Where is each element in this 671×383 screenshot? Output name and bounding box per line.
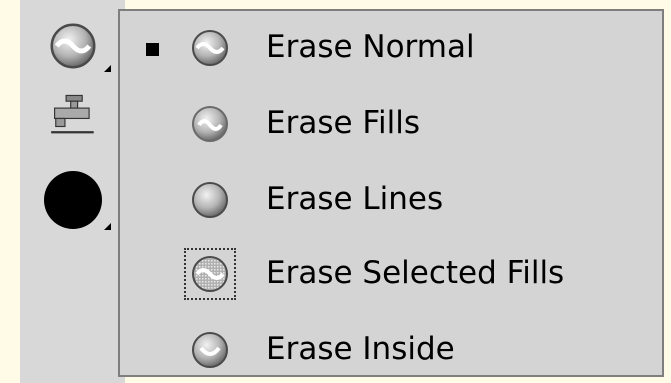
erase-normal-icon (192, 30, 228, 66)
faucet-icon (50, 94, 94, 134)
menu-item-label: Erase Inside (266, 331, 455, 367)
erase-selected-fills-icon (192, 256, 228, 292)
faucet-button[interactable] (20, 85, 125, 145)
eraser-mode-icon (50, 23, 95, 69)
eraser-options-panel (20, 0, 125, 383)
eraser-shape-button[interactable] (20, 160, 125, 240)
erase-inside-icon (192, 332, 228, 368)
menu-item-label: Erase Fills (266, 105, 420, 141)
menu-item-label: Erase Normal (266, 29, 475, 65)
erase-fills-icon (192, 106, 228, 142)
menu-item-erase-lines[interactable]: Erase Lines (120, 169, 662, 229)
submenu-indicator-icon (104, 65, 111, 72)
menu-item-label: Erase Selected Fills (266, 255, 565, 291)
eraser-mode-button[interactable] (20, 16, 125, 76)
erase-lines-icon (192, 182, 228, 218)
eraser-mode-menu: Erase Normal Erase Fills Erase Lines Era… (118, 9, 664, 377)
submenu-indicator-icon (104, 223, 111, 230)
checked-bullet-icon (146, 43, 159, 56)
menu-item-erase-fills[interactable]: Erase Fills (120, 93, 662, 153)
menu-item-erase-normal[interactable]: Erase Normal (120, 17, 662, 77)
menu-item-erase-inside[interactable]: Erase Inside (120, 319, 662, 379)
menu-item-erase-selected-fills[interactable]: Erase Selected Fills (120, 243, 662, 303)
menu-item-label: Erase Lines (266, 181, 444, 217)
eraser-shape-circle-icon (43, 171, 102, 229)
